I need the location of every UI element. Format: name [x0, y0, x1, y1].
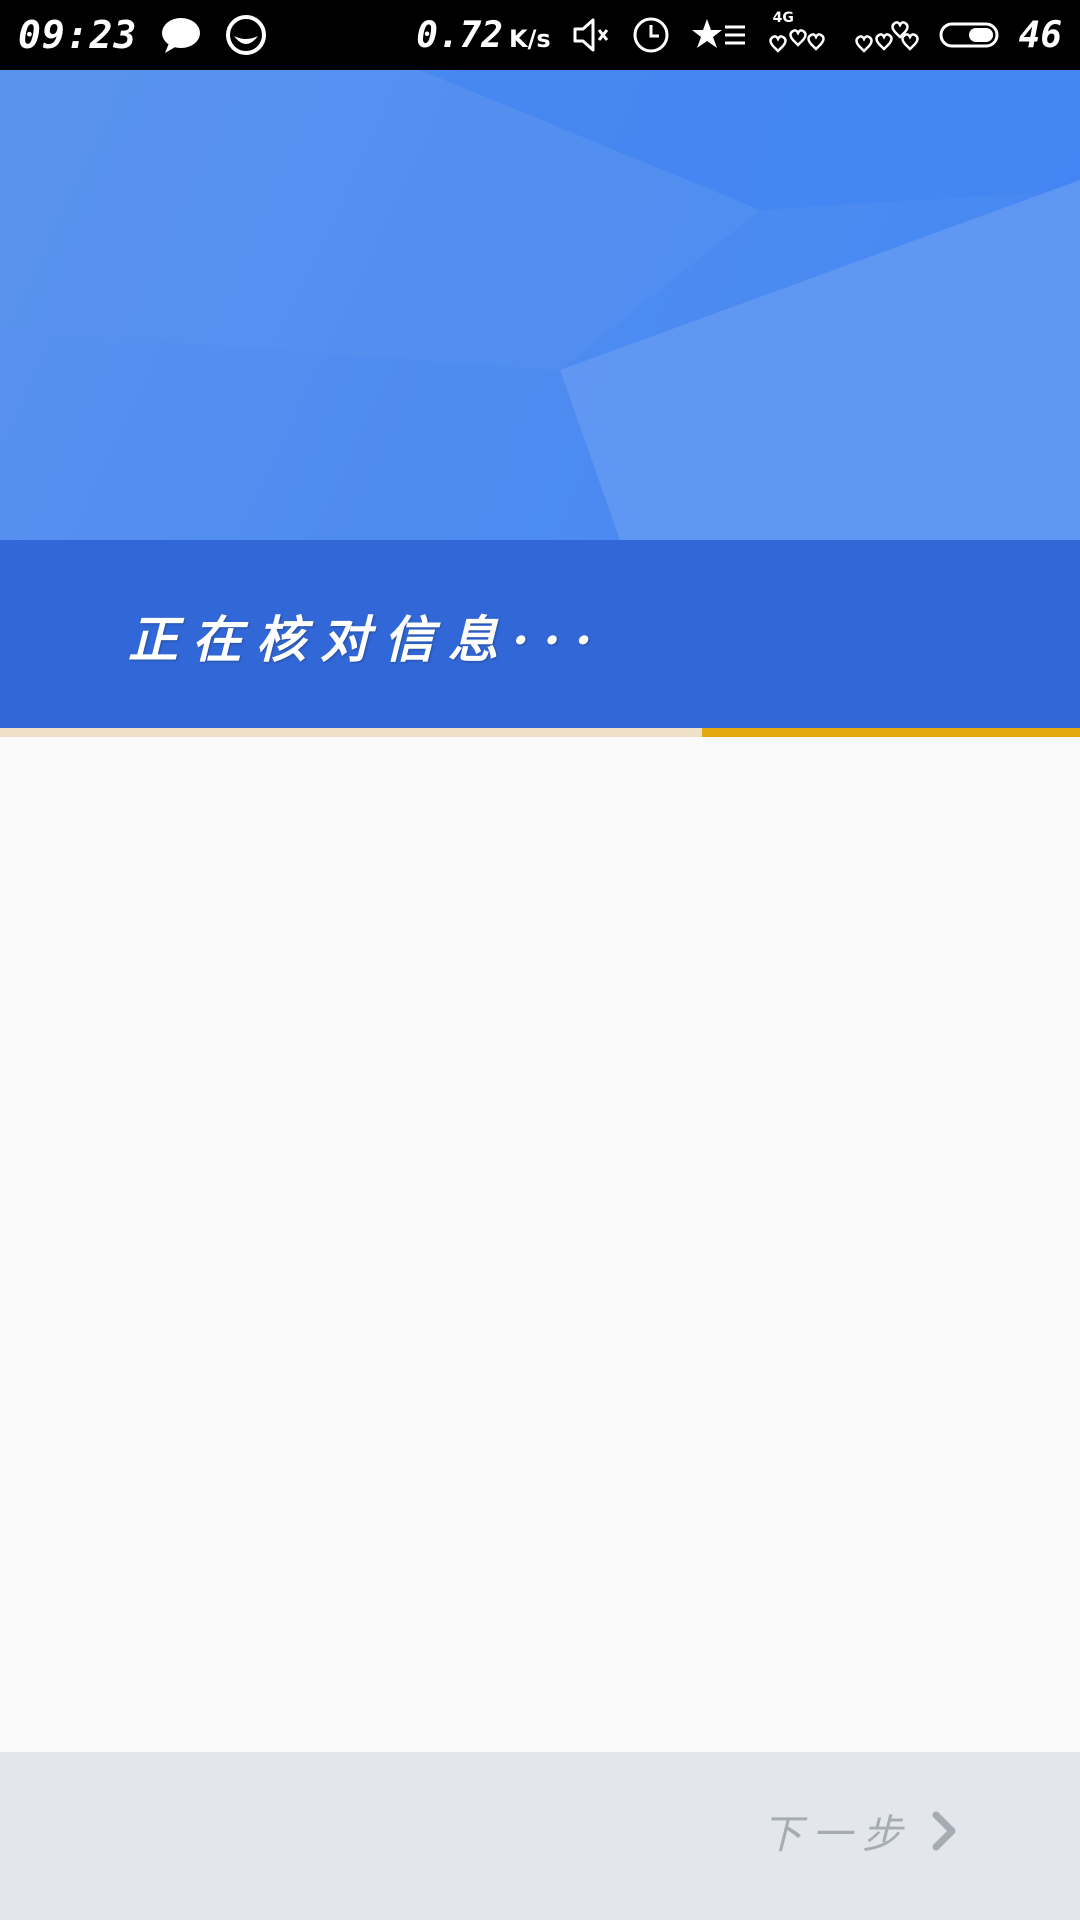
speaker-muted-icon [571, 16, 611, 54]
verifying-message: 正在核对信息··· [128, 610, 607, 669]
battery-level: 46 [1018, 14, 1062, 56]
progress-bar-fill [702, 728, 1080, 737]
chevron-right-icon [930, 1809, 960, 1853]
clock-icon [631, 15, 671, 55]
bottom-bar: 下一步 [0, 1752, 1080, 1920]
app-circle-icon [225, 14, 267, 56]
network-speed-unit: K/s [508, 24, 551, 53]
chat-bubble-icon [159, 15, 203, 55]
header-background-shapes [0, 70, 1080, 540]
star-list-icon [691, 15, 747, 55]
signal-type-label: 4G [772, 10, 794, 26]
screen: 09:23 0.72 K/s 4G 46 正在核对信息··· 下一步 [0, 0, 1080, 1920]
network-speed-value: 0.72 [416, 14, 503, 56]
toggle-icon [939, 20, 999, 50]
next-step-label: 下一步 [762, 1812, 912, 1858]
status-bar-right: 0.72 K/s 4G 46 [416, 10, 1062, 56]
signal-hearts-icon [853, 14, 919, 56]
network-speed: 0.72 K/s [416, 15, 550, 56]
status-time: 09:23 [18, 13, 138, 57]
next-step-button[interactable]: 下一步 [762, 1802, 960, 1860]
status-bar: 09:23 0.72 K/s 4G 46 [0, 0, 1080, 70]
signal-hearts-icon: 4G [767, 10, 833, 56]
header-banner [0, 70, 1080, 540]
progress-bar [0, 728, 1080, 737]
status-bar-left: 09:23 [18, 13, 267, 57]
